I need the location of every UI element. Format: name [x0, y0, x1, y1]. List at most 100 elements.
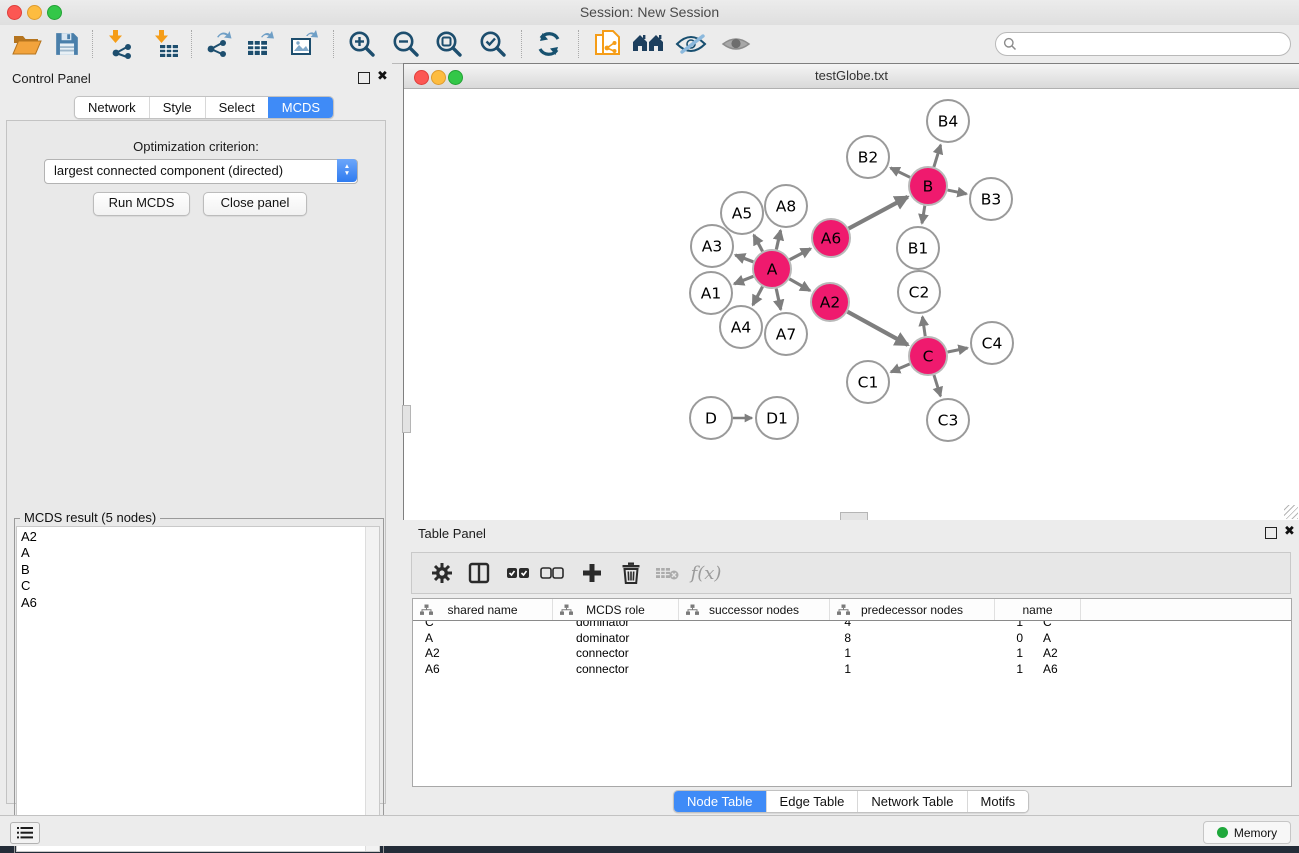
column-header-predecessor-nodes[interactable]: predecessor nodes	[830, 599, 995, 620]
import-network-icon[interactable]	[101, 27, 141, 61]
close-panel-button[interactable]: Close panel	[203, 192, 307, 216]
deselect-all-checks-icon[interactable]	[535, 557, 569, 589]
graph-edge-C-C1[interactable]	[891, 364, 910, 372]
graph-node-label: A4	[731, 319, 751, 337]
tab-network[interactable]: Network	[75, 97, 149, 118]
graph-edge-B-B2[interactable]	[891, 168, 910, 177]
mcds-result-item[interactable]: A2	[21, 529, 379, 545]
tab-network-table[interactable]: Network Table	[857, 791, 966, 812]
mcds-result-scrollbar[interactable]	[365, 527, 379, 851]
column-header-MCDS-role[interactable]: MCDS role	[553, 599, 679, 620]
graph-edge-A-A5[interactable]	[754, 235, 763, 251]
graph-edge-A-A3[interactable]	[735, 255, 753, 262]
window-resize-grip[interactable]	[1284, 505, 1298, 519]
graph-edge-A-A8[interactable]	[776, 230, 780, 249]
table-cell: A2	[1031, 646, 1128, 662]
apply-layout-icon[interactable]	[529, 27, 569, 61]
zoom-fit-icon[interactable]	[429, 27, 469, 61]
optimization-criterion-select[interactable]: largest connected component (directed) ▲…	[44, 159, 358, 184]
mcds-result-legend: MCDS result (5 nodes)	[20, 510, 160, 525]
mcds-result-item[interactable]: C	[21, 578, 379, 594]
tab-mcds[interactable]: MCDS	[268, 97, 333, 118]
show-columns-icon[interactable]	[462, 557, 496, 589]
export-table-icon[interactable]	[241, 27, 281, 61]
graph-node-label: A8	[776, 198, 796, 216]
mcds-result-list[interactable]: A2ABCA6	[16, 526, 380, 852]
open-session-icon[interactable]	[7, 27, 47, 61]
tab-select[interactable]: Select	[205, 97, 268, 118]
attribute-tree-icon	[686, 604, 699, 616]
graph-edge-C-C2[interactable]	[922, 317, 925, 336]
table-panel-title: Table Panel	[418, 526, 486, 541]
memory-status-icon	[1217, 827, 1228, 838]
graph-edge-A-A7[interactable]	[776, 289, 781, 310]
table-row[interactable]: A6connector11A6	[413, 662, 1291, 678]
search-field[interactable]	[995, 32, 1291, 56]
mcds-result-item[interactable]: A	[21, 545, 379, 561]
graph-node-label: C1	[858, 374, 879, 392]
table-options-gear-icon[interactable]	[425, 557, 459, 589]
table-cell: A2	[413, 646, 564, 662]
graph-edge-B-B4[interactable]	[934, 145, 941, 167]
select-all-checks-icon[interactable]	[501, 557, 535, 589]
graph-node-label: C	[923, 348, 934, 366]
save-session-icon[interactable]	[47, 27, 87, 61]
tab-motifs[interactable]: Motifs	[967, 791, 1029, 812]
memory-label: Memory	[1234, 826, 1277, 840]
graph-edge-A2-C[interactable]	[848, 312, 908, 345]
table-row[interactable]: A2connector11A2	[413, 646, 1291, 662]
close-panel-icon[interactable]: ✖	[377, 69, 388, 83]
task-history-button[interactable]	[10, 822, 40, 844]
graph-edge-B-B1[interactable]	[922, 206, 925, 224]
graph-node-label: B	[923, 178, 934, 196]
float-panel-icon[interactable]	[358, 72, 370, 84]
run-mcds-button[interactable]: Run MCDS	[93, 192, 190, 216]
graph-edge-A6-B[interactable]	[849, 197, 908, 229]
import-table-icon[interactable]	[147, 27, 187, 61]
mcds-result-item[interactable]: A6	[21, 595, 379, 611]
graph-edge-A-A6[interactable]	[790, 249, 811, 260]
split-handle[interactable]	[402, 405, 411, 433]
app-title: Session: New Session	[0, 4, 1299, 20]
network-canvas[interactable]: B4B2BB3A8A5A6A3B1AA1C2A2A4A7C4CC1DD1C3	[404, 89, 1297, 518]
network-graph[interactable]: B4B2BB3A8A5A6A3B1AA1C2A2A4A7C4CC1DD1C3	[404, 89, 1297, 518]
zoom-selected-icon[interactable]	[473, 27, 513, 61]
graph-edge-C-C3[interactable]	[934, 375, 941, 396]
mcds-result-group: MCDS result (5 nodes) A2ABCA6	[14, 518, 382, 853]
graph-edge-A-A4[interactable]	[753, 287, 763, 305]
new-network-from-selection-icon[interactable]	[588, 27, 628, 61]
tab-style[interactable]: Style	[149, 97, 205, 118]
export-image-icon[interactable]	[285, 27, 325, 61]
add-column-icon[interactable]	[575, 557, 609, 589]
export-network-icon[interactable]	[198, 27, 238, 61]
first-neighbors-icon[interactable]	[628, 27, 668, 61]
node-table[interactable]: shared nameMCDS rolesuccessor nodesprede…	[412, 598, 1292, 787]
graph-edge-C-C4[interactable]	[948, 348, 968, 352]
optimization-criterion-label: Optimization criterion:	[7, 139, 385, 154]
graph-node-label: B2	[858, 149, 879, 167]
float-table-panel-icon[interactable]	[1265, 527, 1277, 539]
tab-node-table[interactable]: Node Table	[674, 791, 766, 812]
table-cell: 1	[701, 662, 859, 678]
app-titlebar: Session: New Session	[0, 0, 1299, 25]
column-header-shared-name[interactable]: shared name	[413, 599, 553, 620]
toolbar-separator	[92, 30, 93, 58]
memory-button[interactable]: Memory	[1203, 821, 1291, 844]
search-input[interactable]	[1022, 34, 1281, 54]
delete-table-icon-disabled	[650, 557, 684, 589]
graph-edge-A-A1[interactable]	[734, 276, 753, 284]
graph-edge-B-B3[interactable]	[948, 190, 967, 194]
graph-edge-A-A2[interactable]	[789, 279, 810, 291]
column-header-name[interactable]: name	[995, 599, 1081, 620]
zoom-in-icon[interactable]	[342, 27, 382, 61]
tab-edge-table[interactable]: Edge Table	[766, 791, 858, 812]
delete-columns-trash-icon[interactable]	[614, 557, 648, 589]
zoom-out-icon[interactable]	[386, 27, 426, 61]
mcds-result-item[interactable]: B	[21, 562, 379, 578]
function-builder-icon-disabled: f(x)	[684, 557, 728, 589]
hide-selected-icon[interactable]	[671, 27, 711, 61]
column-header-successor-nodes[interactable]: successor nodes	[679, 599, 830, 620]
close-table-panel-icon[interactable]: ✖	[1284, 524, 1295, 538]
show-all-icon[interactable]	[716, 27, 756, 61]
table-row[interactable]: Adominator80A	[413, 631, 1291, 647]
